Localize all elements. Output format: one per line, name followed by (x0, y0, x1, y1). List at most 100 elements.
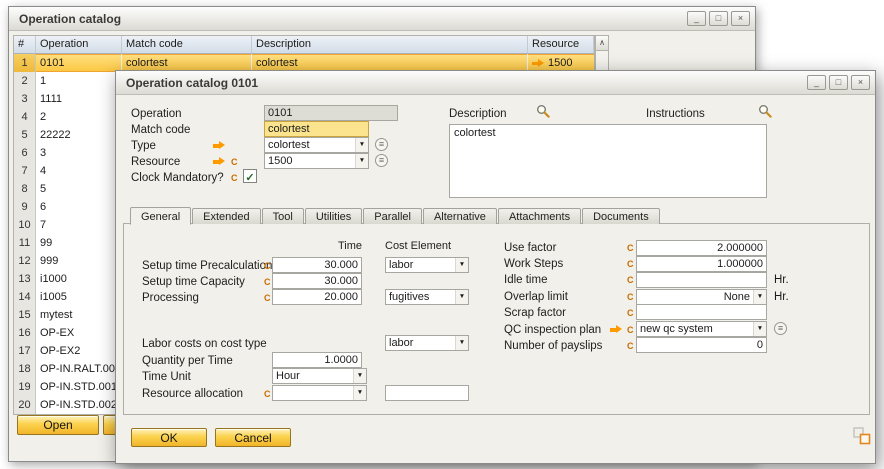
operation-cell[interactable]: 4 (36, 162, 122, 180)
type-dropdown[interactable]: colortest ▼ (264, 137, 369, 153)
scrap-factor-field[interactable] (636, 304, 767, 320)
row-number-cell[interactable]: 7 (14, 162, 36, 180)
operation-cell[interactable]: 999 (36, 252, 122, 270)
tab-documents[interactable]: Documents (582, 208, 660, 224)
value-list-icon[interactable]: ≡ (375, 138, 388, 151)
magnifier-icon[interactable] (536, 104, 550, 118)
resource-dropdown[interactable]: 1500 ▼ (264, 153, 369, 169)
dropdown-arrow-icon[interactable]: ▼ (753, 290, 766, 304)
detail-titlebar[interactable]: Operation catalog 0101 _ □ × (116, 71, 875, 95)
operation-cell[interactable]: 22222 (36, 126, 122, 144)
link-arrow-icon[interactable] (532, 59, 545, 68)
column-header-row-number[interactable]: # (14, 36, 36, 53)
row-number-cell[interactable]: 9 (14, 198, 36, 216)
operation-cell[interactable]: mytest (36, 306, 122, 324)
row-number-cell[interactable]: 1 (14, 54, 36, 72)
maximize-icon[interactable]: □ (829, 75, 848, 90)
operation-cell[interactable]: i1000 (36, 270, 122, 288)
dropdown-arrow-icon[interactable]: ▼ (353, 386, 366, 400)
value-list-icon[interactable]: ≡ (375, 154, 388, 167)
operation-cell[interactable]: 1111 (36, 90, 122, 108)
catalog-titlebar[interactable]: Operation catalog _ □ × (9, 7, 755, 31)
operation-cell[interactable]: 6 (36, 198, 122, 216)
magnifier-icon[interactable] (758, 104, 772, 118)
column-header-resource[interactable]: Resource (528, 36, 594, 53)
operation-cell[interactable]: i1005 (36, 288, 122, 306)
dropdown-arrow-icon[interactable]: ▼ (455, 336, 468, 350)
cancel-button[interactable]: Cancel (215, 428, 291, 447)
row-number-cell[interactable]: 5 (14, 126, 36, 144)
work-steps-field[interactable]: 1.000000 (636, 256, 767, 272)
operation-cell[interactable]: OP-EX2 (36, 342, 122, 360)
payslips-field[interactable]: 0 (636, 337, 767, 353)
row-number-cell[interactable]: 16 (14, 324, 36, 342)
match-code-field[interactable]: colortest (264, 121, 369, 137)
resize-grip-icon[interactable] (852, 426, 872, 446)
operation-cell[interactable]: 0101 (36, 54, 122, 72)
link-arrow-icon[interactable] (213, 141, 226, 150)
processing-time-field[interactable]: 20.000 (272, 289, 362, 305)
ok-button[interactable]: OK (131, 428, 207, 447)
operation-cell[interactable]: OP-IN.STD.001 (36, 378, 122, 396)
value-list-icon[interactable]: ≡ (774, 322, 787, 335)
row-number-cell[interactable]: 3 (14, 90, 36, 108)
operation-cell[interactable]: 2 (36, 108, 122, 126)
row-number-cell[interactable]: 17 (14, 342, 36, 360)
clock-mandatory-checkbox[interactable]: ✓ (243, 169, 257, 183)
row-number-cell[interactable]: 6 (14, 144, 36, 162)
time-unit-dropdown[interactable]: Hour ▼ (272, 368, 367, 384)
column-header-operation[interactable]: Operation (36, 36, 122, 53)
idle-time-field[interactable] (636, 272, 767, 288)
minimize-icon[interactable]: _ (807, 75, 826, 90)
close-icon[interactable]: × (851, 75, 870, 90)
operation-cell[interactable]: 1 (36, 72, 122, 90)
setup-precalc-cost-dropdown[interactable]: labor ▼ (385, 257, 469, 273)
tab-utilities[interactable]: Utilities (305, 208, 362, 224)
column-header-match-code[interactable]: Match code (122, 36, 252, 53)
column-header-description[interactable]: Description (252, 36, 528, 53)
row-number-cell[interactable]: 8 (14, 180, 36, 198)
operation-cell[interactable]: 7 (36, 216, 122, 234)
dropdown-arrow-icon[interactable]: ▼ (355, 154, 368, 168)
quantity-field[interactable]: 1.0000 (272, 352, 362, 368)
row-number-cell[interactable]: 19 (14, 378, 36, 396)
overlap-limit-dropdown[interactable]: None ▼ (636, 289, 767, 305)
use-factor-field[interactable]: 2.000000 (636, 240, 767, 256)
processing-cost-dropdown[interactable]: fugitives ▼ (385, 289, 469, 305)
description-textarea[interactable]: colortest (449, 124, 767, 198)
labor-costs-dropdown[interactable]: labor ▼ (385, 335, 469, 351)
resource-alloc-extra-field[interactable] (385, 385, 469, 401)
dropdown-arrow-icon[interactable]: ▼ (353, 369, 366, 383)
tab-tool[interactable]: Tool (262, 208, 304, 224)
tab-alternative[interactable]: Alternative (423, 208, 497, 224)
tab-extended[interactable]: Extended (192, 208, 260, 224)
row-number-cell[interactable]: 15 (14, 306, 36, 324)
row-number-cell[interactable]: 13 (14, 270, 36, 288)
dropdown-arrow-icon[interactable]: ▼ (455, 290, 468, 304)
operation-cell[interactable]: 3 (36, 144, 122, 162)
row-number-cell[interactable]: 18 (14, 360, 36, 378)
row-number-cell[interactable]: 2 (14, 72, 36, 90)
row-number-cell[interactable]: 10 (14, 216, 36, 234)
operation-cell[interactable]: OP-IN.STD.002 (36, 396, 122, 414)
operation-cell[interactable]: 99 (36, 234, 122, 252)
row-number-cell[interactable]: 4 (14, 108, 36, 126)
tab-parallel[interactable]: Parallel (363, 208, 422, 224)
setup-capacity-time-field[interactable]: 30.000 (272, 273, 362, 289)
maximize-icon[interactable]: □ (709, 11, 728, 26)
minimize-icon[interactable]: _ (687, 11, 706, 26)
row-number-cell[interactable]: 20 (14, 396, 36, 414)
open-button[interactable]: Open (17, 415, 99, 435)
operation-cell[interactable]: 5 (36, 180, 122, 198)
tab-general[interactable]: General (130, 207, 191, 225)
operation-cell[interactable]: OP-IN.RALT.001 (36, 360, 122, 378)
operation-cell[interactable]: OP-EX (36, 324, 122, 342)
scroll-up-icon[interactable]: ∧ (596, 36, 608, 51)
close-icon[interactable]: × (731, 11, 750, 26)
row-number-cell[interactable]: 12 (14, 252, 36, 270)
row-number-cell[interactable]: 14 (14, 288, 36, 306)
setup-precalc-time-field[interactable]: 30.000 (272, 257, 362, 273)
row-number-cell[interactable]: 11 (14, 234, 36, 252)
dropdown-arrow-icon[interactable]: ▼ (455, 258, 468, 272)
resource-alloc-dropdown[interactable]: ▼ (272, 385, 367, 401)
